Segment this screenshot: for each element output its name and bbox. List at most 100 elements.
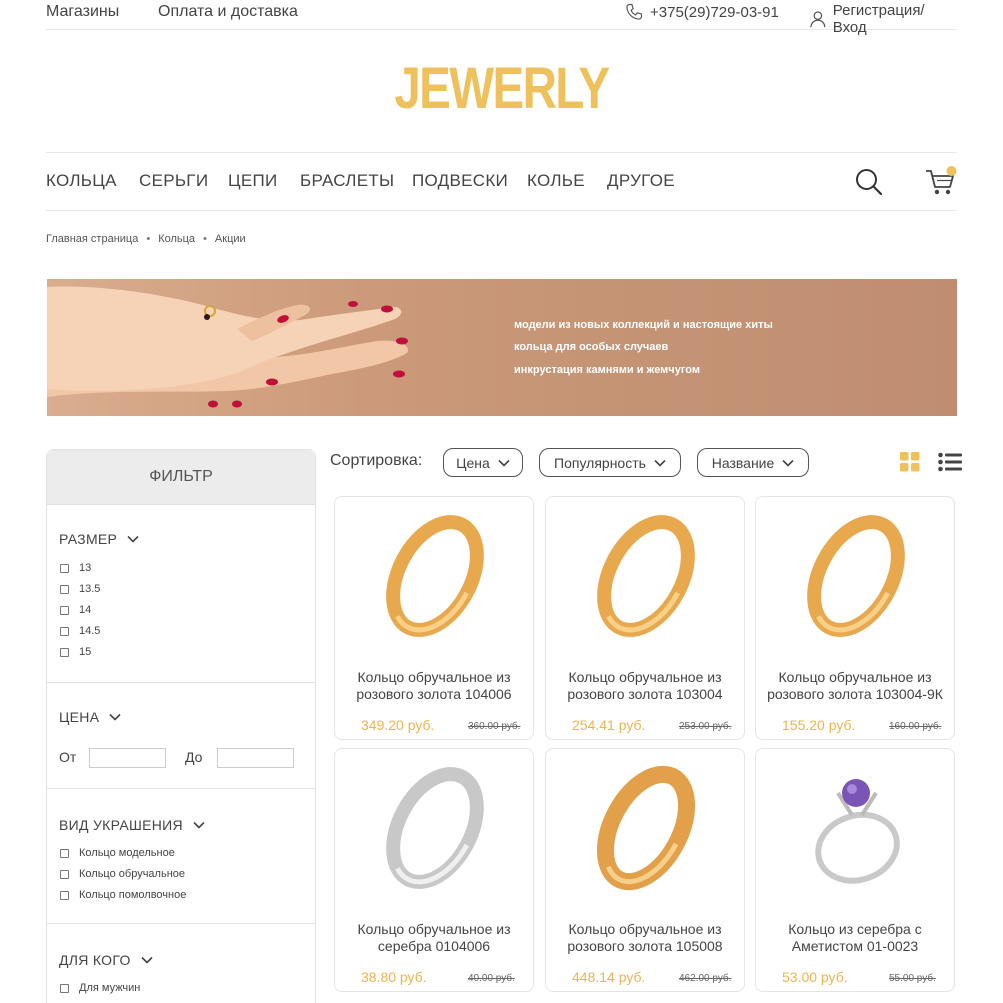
- nav-item-chains[interactable]: ЦЕПИ: [228, 171, 278, 191]
- top-bar: Магазины Оплата и доставка +375(29)729-0…: [46, 0, 957, 36]
- product-card[interactable]: Кольцо обручальное из серебра 0104006 38…: [334, 748, 534, 992]
- product-price: 349.20 руб.: [361, 717, 435, 733]
- chevron-down-icon: [109, 713, 121, 721]
- breadcrumb-rings[interactable]: Кольца: [158, 233, 195, 245]
- product-name[interactable]: Кольцо обручальное из розового золота 10…: [546, 669, 744, 703]
- checkbox-kind-model[interactable]: Кольцо модельное: [60, 847, 175, 859]
- banner-line: инкрустация камнями и жемчугом: [514, 364, 700, 376]
- filter-size-title: РАЗМЕР: [59, 531, 118, 547]
- checkbox[interactable]: [60, 626, 69, 636]
- price-to-input[interactable]: [217, 748, 294, 768]
- breadcrumb-separator: •: [146, 233, 151, 245]
- checkbox[interactable]: [60, 647, 69, 657]
- filter-price-title: ЦЕНА: [59, 709, 100, 725]
- checkbox-label: 13: [79, 562, 92, 574]
- login-link[interactable]: Регистрация/Вход: [808, 2, 957, 36]
- filter-title: ФИЛЬТР: [47, 450, 315, 504]
- filter-panel: ФИЛЬТР РАЗМЕР 13 13.5 14 14.5 15 ЦЕНА От…: [46, 449, 316, 1003]
- checkbox[interactable]: [60, 848, 69, 858]
- checkbox-label: 13.5: [79, 583, 101, 595]
- gold-ring-image: [386, 515, 484, 637]
- price-from-input[interactable]: [89, 748, 166, 768]
- checkbox-size-13[interactable]: 13: [60, 562, 91, 574]
- nav-item-necklaces[interactable]: КОЛЬЕ: [527, 171, 585, 191]
- breadcrumb: Главная страница • Кольца • Акции: [46, 233, 246, 245]
- checkbox-label: Кольцо помолвочное: [79, 889, 187, 901]
- product-card[interactable]: Кольцо обручальное из розового золота 10…: [755, 496, 955, 740]
- checkbox[interactable]: [60, 563, 69, 573]
- product-old-price: 253.00 руб.: [679, 721, 732, 732]
- filter-who-toggle[interactable]: ДЛЯ КОГО: [59, 952, 153, 968]
- price-from-label: От: [59, 749, 77, 765]
- product-old-price: 160.00 руб.: [889, 721, 942, 732]
- product-name[interactable]: Кольцо из серебра с Аметистом 01-0023: [756, 921, 954, 955]
- product-name[interactable]: Кольцо обручальное из розового золота 10…: [546, 921, 744, 955]
- checkbox-label: 14.5: [79, 625, 101, 637]
- checkbox[interactable]: [60, 869, 69, 879]
- chevron-down-icon: [498, 459, 510, 467]
- silver-ring-image: [386, 767, 484, 889]
- stores-link[interactable]: Магазины: [46, 3, 119, 21]
- checkbox-size-15[interactable]: 15: [60, 646, 91, 658]
- product-card[interactable]: Кольцо обручальное из розового золота 10…: [334, 496, 534, 740]
- chevron-down-icon: [654, 459, 666, 467]
- checkbox[interactable]: [60, 584, 69, 594]
- sort-popularity-button[interactable]: Популярность: [539, 448, 681, 477]
- nav-item-bracelets[interactable]: БРАСЛЕТЫ: [300, 171, 394, 191]
- chevron-down-icon: [193, 821, 205, 829]
- phone-number: +375(29)729-03-91: [650, 3, 779, 21]
- filter-kind-toggle[interactable]: ВИД УКРАШЕНИЯ: [59, 817, 205, 833]
- nav-item-rings[interactable]: КОЛЬЦА: [46, 171, 117, 191]
- filter-who-section: ДЛЯ КОГО Для мужчин: [47, 923, 315, 1003]
- promo-banner[interactable]: модели из новых коллекций и настоящие хи…: [47, 279, 957, 416]
- sort-popularity-label: Популярность: [554, 454, 646, 471]
- product-price: 155.20 руб.: [782, 717, 856, 733]
- gold-ring-image: [596, 765, 696, 891]
- filter-size-section: РАЗМЕР 13 13.5 14 14.5 15: [47, 504, 315, 682]
- sort-name-label: Название: [711, 454, 775, 471]
- breadcrumb-home[interactable]: Главная страница: [46, 233, 138, 245]
- product-name[interactable]: Кольцо обручальное из серебра 0104006: [335, 921, 533, 955]
- sort-price-button[interactable]: Цена: [443, 448, 523, 477]
- filter-size-toggle[interactable]: РАЗМЕР: [59, 531, 139, 547]
- checkbox-kind-wedding[interactable]: Кольцо обручальное: [60, 868, 185, 880]
- phone-link[interactable]: +375(29)729-03-91: [624, 2, 779, 22]
- grid-view-icon[interactable]: [900, 452, 920, 472]
- checkbox-size-14[interactable]: 14: [60, 604, 91, 616]
- checkbox-who-men[interactable]: Для мужчин: [60, 982, 140, 994]
- product-old-price: 55.00 руб.: [889, 973, 936, 984]
- product-card[interactable]: Кольцо обручальное из розового золота 10…: [545, 748, 745, 992]
- cart-icon[interactable]: [924, 165, 958, 197]
- checkbox-kind-engagement[interactable]: Кольцо помолвочное: [60, 889, 186, 901]
- product-name[interactable]: Кольцо обручальное из розового золота 10…: [335, 669, 533, 703]
- sort-name-button[interactable]: Название: [697, 448, 809, 477]
- logo[interactable]: JEWERLY: [90, 56, 912, 122]
- search-icon[interactable]: [854, 167, 884, 197]
- list-view-icon[interactable]: [938, 452, 962, 472]
- sort-price-label: Цена: [456, 454, 490, 471]
- chevron-down-icon: [127, 535, 139, 543]
- checkbox[interactable]: [60, 890, 69, 900]
- amethyst-ring-image: [815, 779, 900, 884]
- nav-item-earrings[interactable]: СЕРЬГИ: [139, 171, 208, 191]
- nav-item-pendants[interactable]: ПОДВЕСКИ: [412, 171, 508, 191]
- product-card[interactable]: Кольцо из серебра с Аметистом 01-0023 53…: [755, 748, 955, 992]
- product-name[interactable]: Кольцо обручальное из розового золота 10…: [756, 669, 954, 703]
- product-price: 448.14 руб.: [572, 969, 646, 985]
- checkbox[interactable]: [60, 983, 69, 993]
- product-price: 254.41 руб.: [572, 717, 646, 733]
- product-card[interactable]: Кольцо обручальное из розового золота 10…: [545, 496, 745, 740]
- checkbox-size-13-5[interactable]: 13.5: [60, 583, 100, 595]
- product-old-price: 360.00 руб.: [468, 721, 521, 732]
- checkbox[interactable]: [60, 605, 69, 615]
- filter-who-title: ДЛЯ КОГО: [59, 952, 131, 968]
- checkbox-size-14-5[interactable]: 14.5: [60, 625, 100, 637]
- product-old-price: 40.00 руб.: [468, 973, 515, 984]
- delivery-link[interactable]: Оплата и доставка: [158, 3, 298, 21]
- checkbox-label: Кольцо модельное: [79, 847, 175, 859]
- nav-item-other[interactable]: ДРУГОЕ: [607, 171, 675, 191]
- filter-price-toggle[interactable]: ЦЕНА: [59, 709, 121, 725]
- sort-label: Сортировка:: [330, 452, 423, 469]
- phone-icon: [626, 3, 643, 20]
- hands-image: [47, 286, 408, 408]
